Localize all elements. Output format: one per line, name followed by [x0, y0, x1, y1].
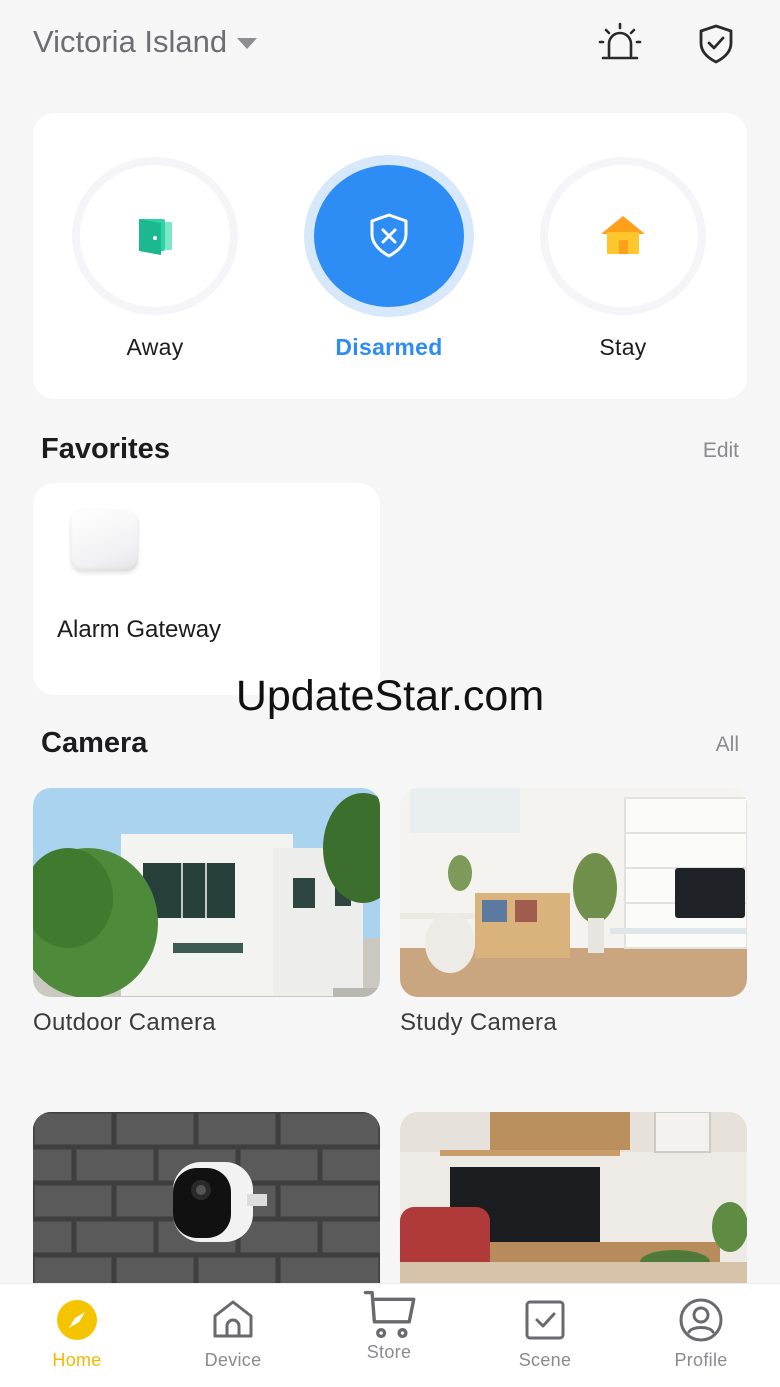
nav-store-label: Store: [366, 1342, 412, 1362]
nav-home-label: Home: [52, 1350, 102, 1370]
shield-x-icon: [370, 213, 408, 258]
chevron-down-icon: [237, 37, 258, 49]
camera-thumbnail: [400, 1112, 747, 1284]
camera-name: Outdoor Camera: [33, 1009, 216, 1036]
stay-label: Stay: [599, 334, 647, 360]
nav-profile[interactable]: Profile: [641, 1296, 761, 1371]
nav-device[interactable]: Device: [173, 1296, 293, 1371]
security-mode-card: Away Disarmed Stay: [33, 113, 747, 399]
nav-scene[interactable]: Scene: [485, 1296, 605, 1371]
shield-check-icon[interactable]: [694, 22, 738, 66]
camera-thumbnail: [33, 788, 380, 997]
disarmed-mode-circle: [314, 165, 464, 307]
location-name: Victoria Island: [33, 24, 228, 59]
header: Victoria Island: [0, 0, 780, 100]
camera-title: Camera: [41, 727, 148, 759]
disarmed-label: Disarmed: [335, 334, 443, 360]
door-exit-icon: [139, 219, 172, 255]
away-label: Away: [126, 334, 184, 360]
camera-card[interactable]: Outdoor Camera: [33, 788, 380, 1037]
away-mode-circle: [80, 165, 230, 307]
home-icon: [601, 216, 645, 254]
brick-wall-camera-image: [33, 1112, 380, 1284]
cart-icon: [363, 1290, 416, 1339]
compass-icon: [57, 1300, 97, 1340]
nav-home[interactable]: Home: [17, 1296, 137, 1371]
camera-card[interactable]: [33, 1112, 380, 1296]
nav-scene-label: Scene: [518, 1350, 572, 1370]
camera-all-button[interactable]: All: [716, 733, 739, 757]
nav-device-label: Device: [204, 1350, 262, 1370]
alarm-gateway-device-icon: [71, 510, 138, 571]
favorites-edit-button[interactable]: Edit: [703, 439, 739, 463]
bottom-nav: Home Device Store Scene Profile: [0, 1283, 780, 1387]
checkbox-icon: [525, 1300, 565, 1340]
location-selector[interactable]: Victoria Island: [33, 24, 258, 60]
favorite-card[interactable]: Alarm Gateway: [33, 483, 380, 695]
nav-profile-label: Profile: [674, 1350, 728, 1370]
siren-icon[interactable]: [598, 22, 642, 66]
disarmed-mode-button[interactable]: Disarmed: [309, 165, 469, 361]
user-circle-icon: [679, 1298, 723, 1342]
outdoor-house-image: [33, 788, 380, 997]
camera-thumbnail: [33, 1112, 380, 1284]
study-room-image: [400, 788, 747, 997]
house-icon: [213, 1300, 253, 1338]
favorites-title: Favorites: [41, 433, 170, 465]
camera-thumbnail: [400, 788, 747, 997]
camera-name: Study Camera: [400, 1009, 557, 1036]
living-room-image: [400, 1112, 747, 1284]
away-mode-button[interactable]: Away: [75, 165, 235, 361]
camera-card[interactable]: [400, 1112, 747, 1296]
stay-mode-button[interactable]: Stay: [543, 165, 703, 361]
stay-mode-circle: [548, 165, 698, 307]
camera-card[interactable]: Study Camera: [400, 788, 747, 1037]
nav-store[interactable]: Store: [329, 1290, 449, 1363]
favorite-device-name: Alarm Gateway: [57, 616, 222, 643]
